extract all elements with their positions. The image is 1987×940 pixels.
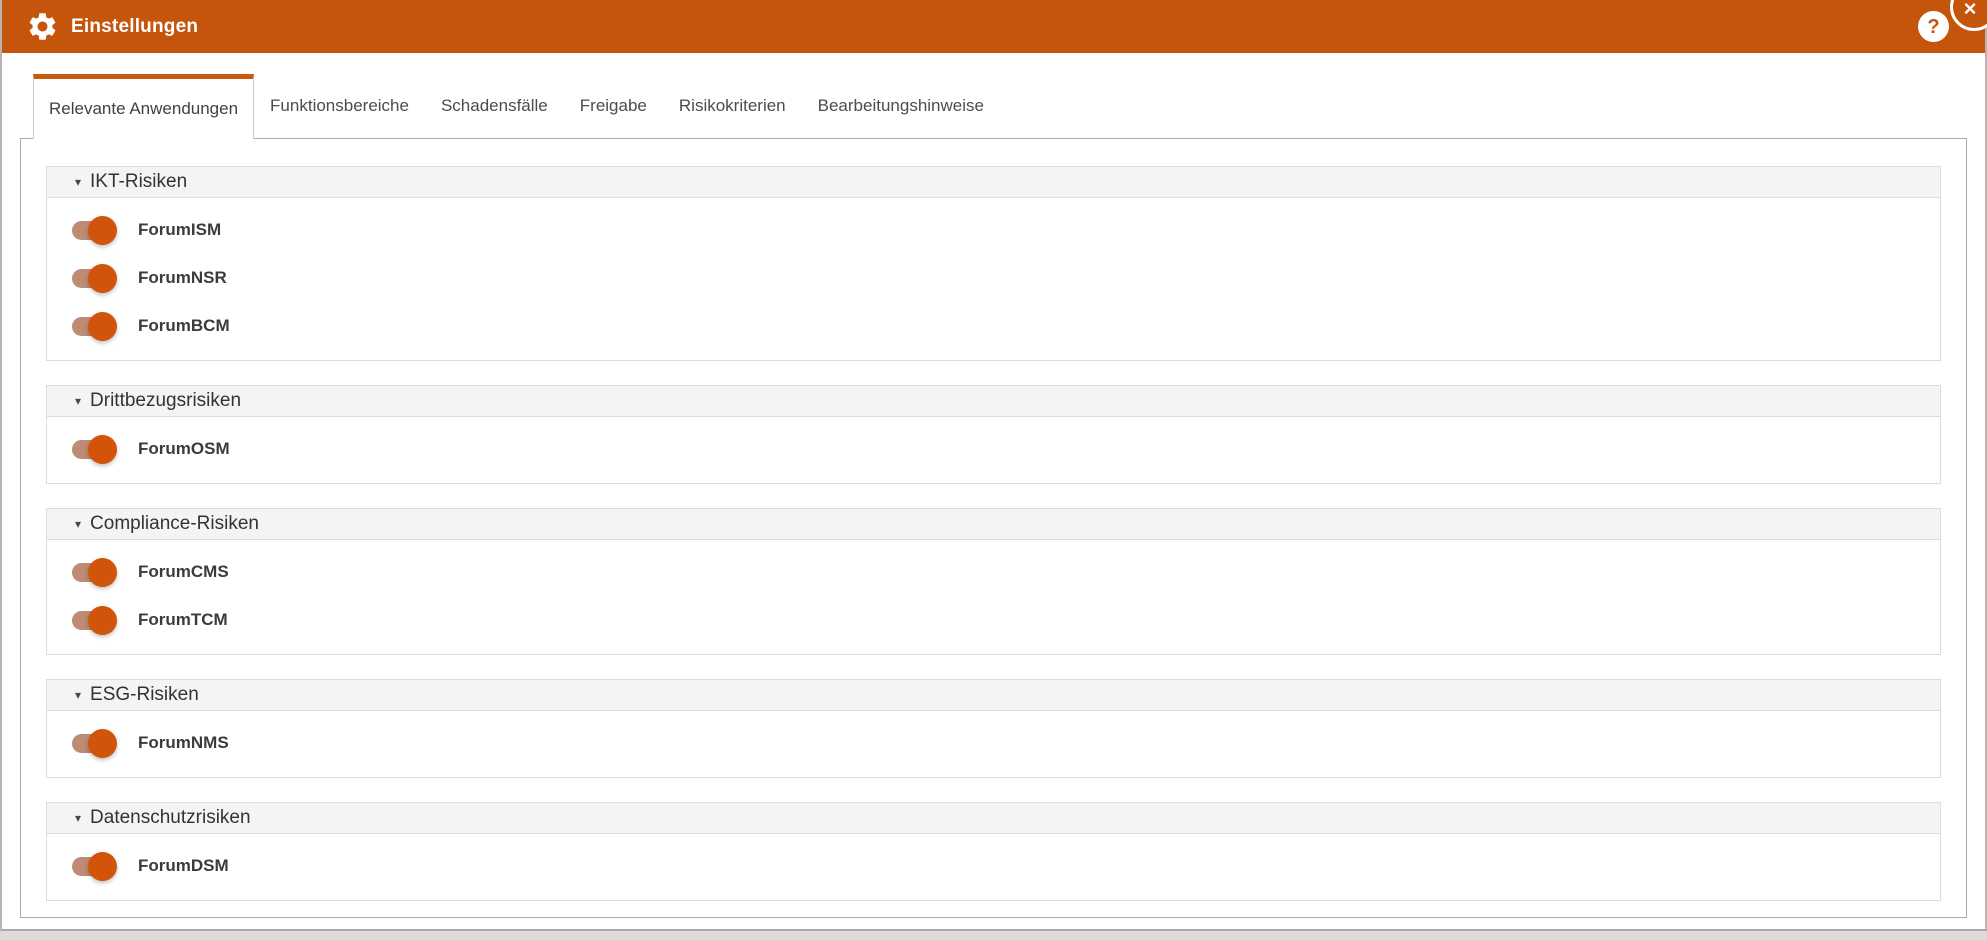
- toggle-label: ForumDSM: [138, 856, 229, 875]
- question-mark-icon: ?: [1927, 15, 1940, 38]
- toggle-label: ForumISM: [138, 220, 222, 239]
- toggle-switch-forumdsm[interactable]: [72, 851, 117, 881]
- toggle-switch-forumnms[interactable]: [72, 728, 117, 758]
- section-body: ForumDSM: [47, 834, 1940, 900]
- section-title: Datenschutzrisiken: [90, 807, 251, 828]
- toggle-label: ForumBCM: [138, 316, 230, 335]
- close-icon: ×: [1963, 0, 1977, 21]
- dialog-title: Einstellungen: [71, 15, 199, 37]
- tab-freigabe[interactable]: Freigabe: [564, 74, 663, 138]
- settings-dialog: Einstellungen ? × Relevante Anwendungen …: [0, 0, 1987, 931]
- toggle-knob: [88, 605, 117, 635]
- section-esg-risiken: ▾ ESG-Risiken ForumNMS: [46, 679, 1941, 778]
- section-body: ForumISM ForumNSR ForumBCM: [47, 198, 1940, 360]
- section-body: ForumOSM: [47, 417, 1940, 483]
- dialog-body: Relevante Anwendungen Funktionsbereiche …: [2, 53, 1985, 918]
- toggle-row: ForumISM: [47, 206, 1940, 254]
- toggle-label: ForumNMS: [138, 733, 229, 752]
- toggle-row: ForumNSR: [47, 254, 1940, 302]
- toggle-label: ForumCMS: [138, 562, 229, 581]
- toggle-switch-forumbcm[interactable]: [72, 311, 117, 341]
- page-background-strip: [0, 931, 1987, 940]
- tab-bearbeitungshinweise[interactable]: Bearbeitungshinweise: [802, 74, 1000, 138]
- section-title: ESG-Risiken: [90, 684, 199, 705]
- section-body: ForumNMS: [47, 711, 1940, 777]
- toggle-row: ForumBCM: [47, 302, 1940, 350]
- tab-schadensfaelle[interactable]: Schadensfälle: [425, 74, 564, 138]
- section-header-esg-risiken[interactable]: ▾ ESG-Risiken: [47, 680, 1940, 711]
- toggle-knob: [88, 851, 117, 881]
- toggle-knob: [88, 434, 117, 464]
- chevron-down-icon: ▾: [75, 688, 82, 702]
- toggle-knob: [88, 557, 117, 587]
- toggle-switch-forumtcm[interactable]: [72, 605, 117, 635]
- toggle-knob: [88, 263, 117, 293]
- tab-risikokriterien[interactable]: Risikokriterien: [663, 74, 802, 138]
- tab-relevante-anwendungen[interactable]: Relevante Anwendungen: [33, 74, 255, 139]
- toggle-row: ForumTCM: [47, 596, 1940, 644]
- toggle-label: ForumNSR: [138, 268, 227, 287]
- section-compliance-risiken: ▾ Compliance-Risiken ForumCMS ForumTCM: [46, 508, 1941, 655]
- toggle-row: ForumNMS: [47, 719, 1940, 767]
- section-title: Compliance-Risiken: [90, 513, 259, 534]
- toggle-knob: [88, 215, 117, 245]
- chevron-down-icon: ▾: [75, 394, 82, 408]
- toggle-knob: [88, 311, 117, 341]
- section-header-compliance-risiken[interactable]: ▾ Compliance-Risiken: [47, 509, 1940, 540]
- toggle-switch-forumcms[interactable]: [72, 557, 117, 587]
- close-button[interactable]: ×: [1950, 0, 1987, 31]
- section-title: IKT-Risiken: [90, 171, 188, 192]
- gear-icon: [26, 10, 59, 43]
- tab-bar: Relevante Anwendungen Funktionsbereiche …: [33, 53, 1967, 139]
- chevron-down-icon: ▾: [75, 175, 82, 189]
- section-header-datenschutzrisiken[interactable]: ▾ Datenschutzrisiken: [47, 803, 1940, 834]
- section-drittbezugsrisiken: ▾ Drittbezugsrisiken ForumOSM: [46, 385, 1941, 484]
- toggle-switch-forumosm[interactable]: [72, 434, 117, 464]
- tab-content-panel: ▾ IKT-Risiken ForumISM ForumNSR ForumBCM: [20, 138, 1967, 918]
- toggle-row: ForumCMS: [47, 548, 1940, 596]
- dialog-titlebar: Einstellungen ? ×: [2, 0, 1987, 53]
- section-datenschutzrisiken: ▾ Datenschutzrisiken ForumDSM: [46, 802, 1941, 901]
- section-body: ForumCMS ForumTCM: [47, 540, 1940, 654]
- toggle-switch-forumism[interactable]: [72, 215, 117, 245]
- toggle-label: ForumTCM: [138, 610, 228, 629]
- toggle-row: ForumDSM: [47, 842, 1940, 890]
- section-header-drittbezugsrisiken[interactable]: ▾ Drittbezugsrisiken: [47, 386, 1940, 417]
- toggle-knob: [88, 728, 117, 758]
- tab-funktionsbereiche[interactable]: Funktionsbereiche: [254, 74, 425, 138]
- chevron-down-icon: ▾: [75, 517, 82, 531]
- toggle-row: ForumOSM: [47, 425, 1940, 473]
- toggle-label: ForumOSM: [138, 439, 230, 458]
- toggle-switch-forumnsr[interactable]: [72, 263, 117, 293]
- help-button[interactable]: ?: [1918, 11, 1949, 42]
- section-title: Drittbezugsrisiken: [90, 390, 242, 411]
- section-ikt-risiken: ▾ IKT-Risiken ForumISM ForumNSR ForumBCM: [46, 166, 1941, 361]
- chevron-down-icon: ▾: [75, 811, 82, 825]
- section-header-ikt-risiken[interactable]: ▾ IKT-Risiken: [47, 167, 1940, 198]
